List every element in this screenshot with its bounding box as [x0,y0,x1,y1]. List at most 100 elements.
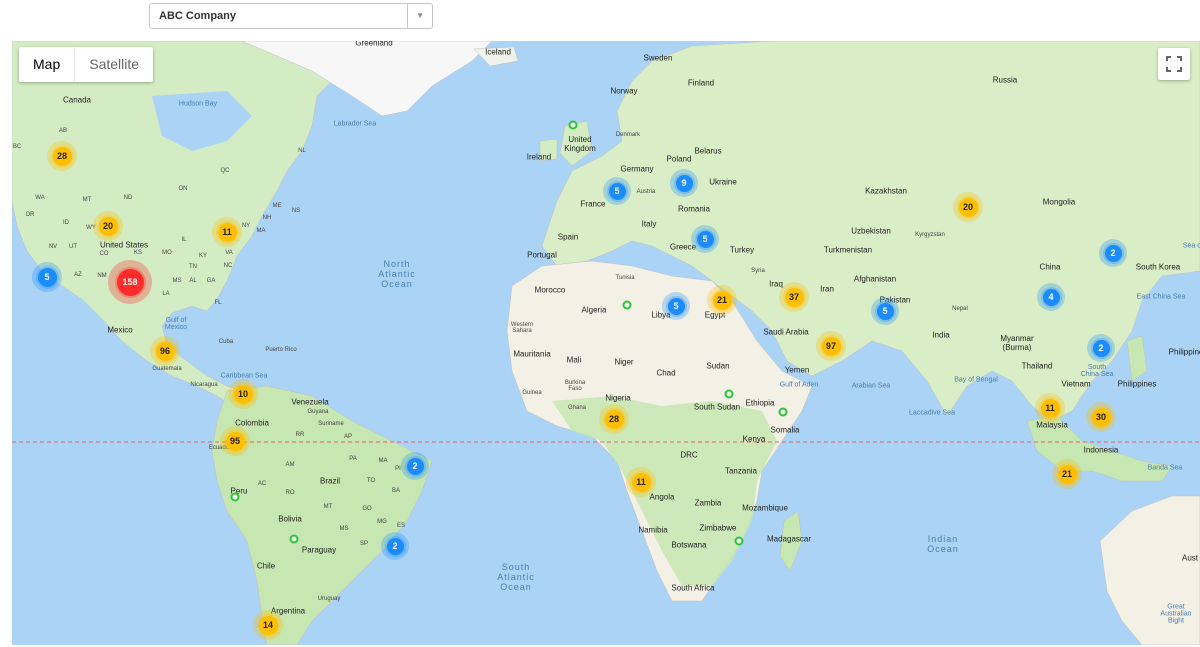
cluster-count: 4 [1042,288,1060,306]
map-label: NH [262,215,272,221]
world-map[interactable]: Greenland Iceland Sweden Finland Norway Russi… [12,41,1200,645]
company-select[interactable]: ABC Company ▼ [149,3,433,29]
map-label: Chile [256,561,276,571]
map-label: MO [162,250,172,256]
location-pin[interactable] [724,389,734,399]
map-label: Paraguay [301,545,337,555]
cluster-marker[interactable]: 10 [228,379,258,409]
map-label: Nepal [952,306,968,312]
map-label: Iraq [769,279,783,289]
map-label: BA [391,488,401,494]
cluster-marker[interactable]: 95 [220,426,250,456]
cluster-marker[interactable]: 11 [1035,393,1065,423]
fullscreen-button[interactable] [1158,48,1190,80]
map-label: MS [339,526,349,532]
chevron-down-icon[interactable]: ▼ [416,11,424,20]
map-label: ID [63,220,69,226]
cluster-count: 21 [1057,464,1077,484]
map-label: GA [206,278,216,284]
map-label: South Korea [1135,262,1181,272]
cluster-marker[interactable]: 97 [816,331,846,361]
cluster-marker[interactable]: 21 [1052,459,1082,489]
cluster-count: 10 [233,384,253,404]
cluster-marker[interactable]: 5 [603,177,631,205]
cluster-marker[interactable]: 30 [1086,402,1116,432]
cluster-count: 11 [217,222,237,242]
cluster-marker[interactable]: 2 [1087,334,1115,362]
map-label: United Kingdom [564,135,596,153]
map-type-satellite-button[interactable]: Satellite [75,47,153,82]
location-pin[interactable] [289,534,299,544]
cluster-marker[interactable]: 2 [1099,239,1127,267]
map-label: Angola [649,492,675,502]
cluster-count: 2 [1104,244,1122,262]
map-label: AB [58,128,68,134]
map-label: Labrador Sea [333,120,377,128]
cluster-count: 5 [37,267,57,287]
map-label: Guinea [522,390,542,396]
location-pin[interactable] [568,120,578,130]
map-label: Turkmenistan [823,245,873,255]
cluster-count: 5 [876,302,894,320]
map-label: Germany [620,164,654,174]
cluster-count: 11 [1040,398,1060,418]
map-label: Nicaragua [190,382,218,388]
map-label: Poland [666,154,692,164]
map-label: Bolivia [278,514,302,524]
map-label: Ukraine [709,177,737,187]
cluster-marker[interactable]: 21 [707,285,737,315]
cluster-marker[interactable]: 5 [32,262,62,292]
map-label: Sudan [706,361,730,371]
cluster-count: 37 [784,287,804,307]
map-label: MS [172,278,182,284]
cluster-marker[interactable]: 20 [953,192,983,222]
cluster-marker[interactable]: 5 [691,225,719,253]
map-label: Namibia [638,525,668,535]
map-label: Syria [751,268,765,274]
location-pin[interactable] [778,407,788,417]
cluster-marker[interactable]: 14 [253,610,283,640]
cluster-marker[interactable]: 20 [93,211,123,241]
map-label: Ghana [567,405,587,411]
map-label: Chad [656,368,676,378]
map-label: AZ [74,272,82,278]
map-label: Puerto Rico [265,347,297,353]
cluster-marker[interactable]: 37 [779,282,809,312]
map-label: Denmark [615,132,641,138]
map-label: Bay of Bengal [954,376,998,384]
cluster-count: 2 [406,457,424,475]
cluster-count: 5 [608,182,626,200]
map-label: Belarus [694,146,722,156]
map-label: Sweden [643,53,673,63]
cluster-marker[interactable]: 2 [381,532,409,560]
map-label: Russia [992,75,1018,85]
cluster-marker[interactable]: 11 [212,217,242,247]
cluster-marker[interactable]: 5 [662,292,690,320]
map-label: BC [12,144,22,150]
cluster-marker[interactable]: 9 [670,169,698,197]
cluster-marker[interactable]: 28 [599,404,629,434]
map-label: Spain [557,232,579,242]
map-label: UT [69,244,77,250]
company-select-value: ABC Company [159,10,237,22]
map-label: France [580,199,606,209]
cluster-count: 28 [604,409,624,429]
location-pin[interactable] [734,536,744,546]
cluster-marker[interactable]: 5 [871,297,899,325]
map-label: NL [298,148,306,154]
select-divider [407,4,408,28]
cluster-marker[interactable]: 28 [47,141,77,171]
map-label: Ethiopia [745,398,775,408]
cluster-marker[interactable]: 96 [150,336,180,366]
cluster-count: 14 [258,615,278,635]
cluster-marker[interactable]: 11 [626,467,656,497]
map-type-map-button[interactable]: Map [19,47,76,82]
map-label: South China Sea [1080,364,1114,378]
location-pin[interactable] [230,492,240,502]
map-label: ND [123,195,133,201]
cluster-marker[interactable]: 2 [401,452,429,480]
cluster-marker[interactable]: 158 [108,260,152,304]
location-pin[interactable] [622,300,632,310]
cluster-marker[interactable]: 4 [1037,283,1065,311]
cluster-count: 30 [1091,407,1111,427]
